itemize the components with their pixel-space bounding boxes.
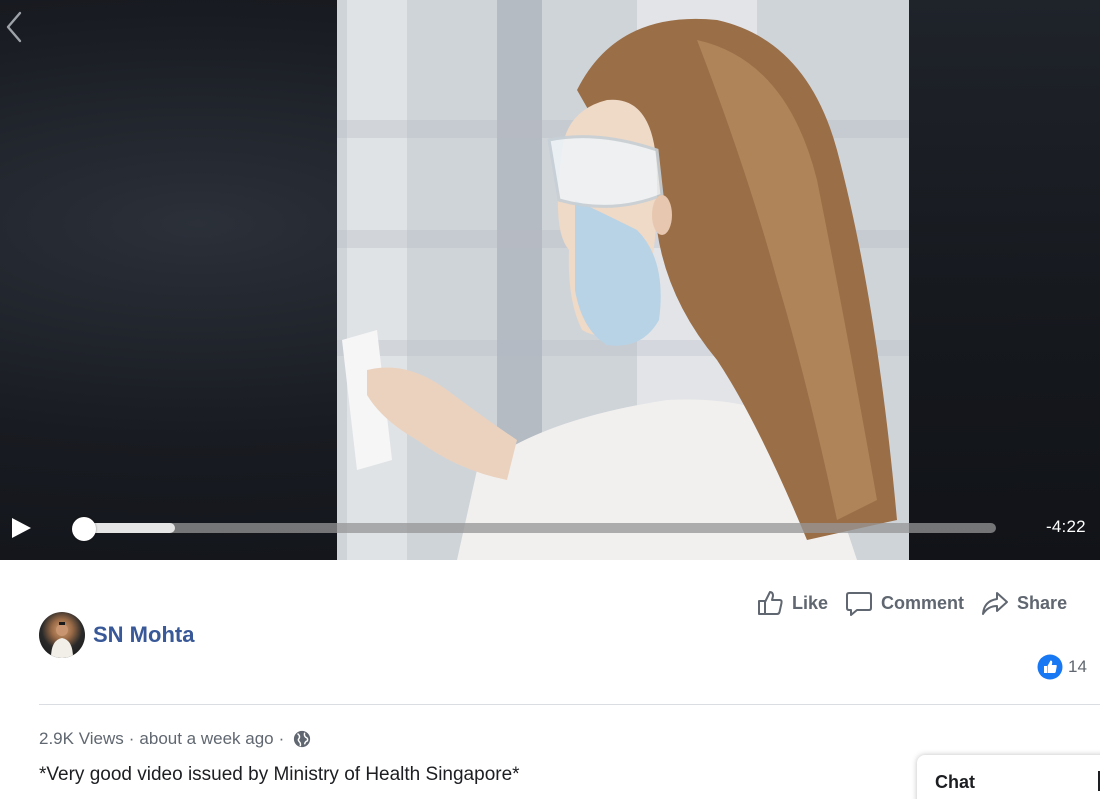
share-arrow-icon [982,592,1009,615]
divider [39,704,1100,705]
post-actions: Like Comment Share [756,588,1067,618]
progress-bar[interactable] [84,523,996,533]
like-label: Like [792,592,829,613]
comment-bubble-icon [846,592,873,616]
video-player[interactable]: -4:22 [0,0,1100,560]
chat-label: Chat [935,772,975,792]
like-reaction-icon [1037,654,1063,680]
play-icon[interactable] [10,517,32,539]
like-button[interactable]: Like [756,589,828,617]
comment-label: Comment [881,592,965,613]
video-frame[interactable] [337,0,909,560]
post-meta: 2.9K Views · about a week ago · [39,729,311,749]
meta-separator: · [278,729,285,748]
chat-tab[interactable]: Chat [917,755,1100,799]
time-remaining: -4:22 [1046,517,1086,536]
post-timestamp[interactable]: about a week ago [139,729,273,749]
share-label: Share [1017,592,1068,613]
reaction-count-label: 14 [1068,657,1087,676]
avatar[interactable] [39,612,85,658]
video-still-image [337,0,909,560]
progress-scrubber-handle[interactable] [72,517,96,541]
globe-icon[interactable] [293,730,311,748]
thumbs-up-icon [758,591,783,615]
share-button[interactable]: Share [981,589,1067,617]
post-description: *Very good video issued by Ministry of H… [39,764,520,785]
author-name[interactable]: SN Mohta [93,622,194,648]
buffered-progress [84,523,175,533]
avatar-photo [51,622,73,658]
comment-button[interactable]: Comment [845,589,964,617]
meta-separator: · [128,729,135,748]
video-controls: -4:22 [0,505,1100,550]
back-arrow-icon[interactable] [2,10,26,44]
view-count: 2.9K Views [39,729,124,748]
reaction-count[interactable]: 14 [1037,654,1087,680]
